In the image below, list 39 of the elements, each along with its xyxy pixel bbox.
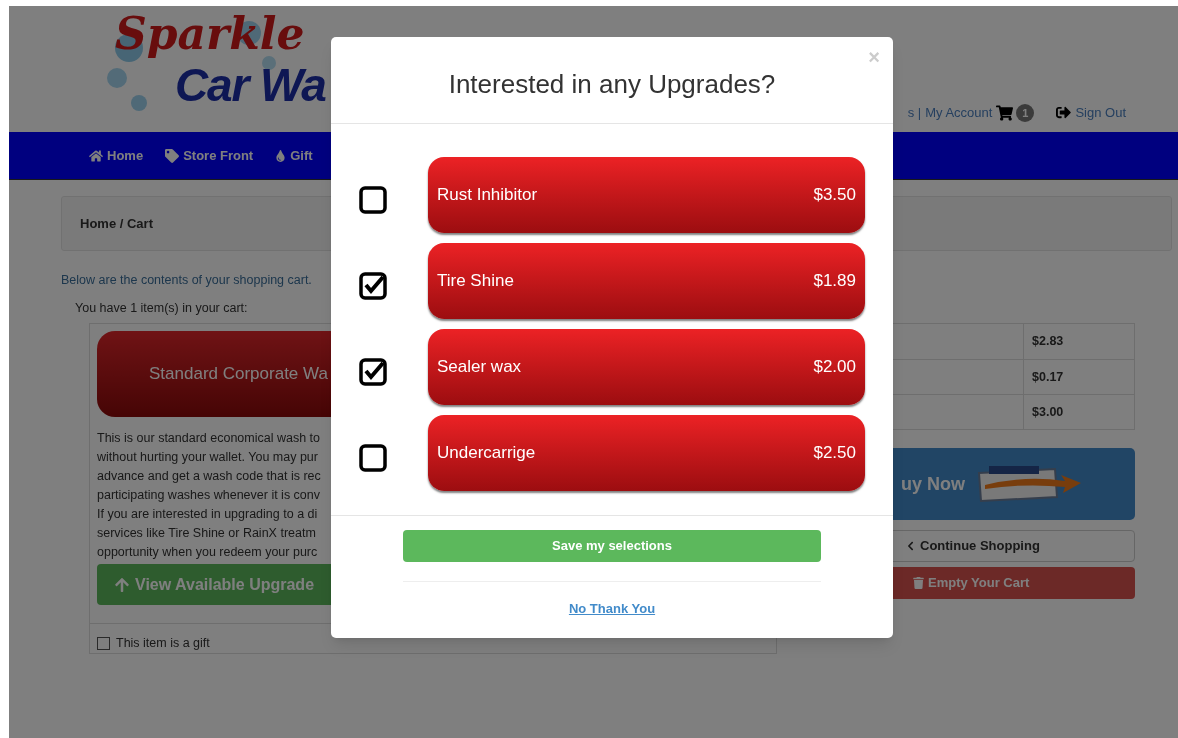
breadcrumb[interactable]: Home / Cart [80,213,153,234]
upgrade-option-button[interactable]: Tire Shine $1.89 [428,243,865,319]
total-amount: $0.17 [1031,368,1065,386]
logo[interactable]: Sparkle Car Wa [95,8,355,128]
gift-label: This item is a gift [116,635,210,653]
drop-icon [275,149,287,162]
nav-link[interactable]: Gift [275,145,313,166]
upgrade-option-button[interactable]: Undercarrige $2.50 [428,415,865,491]
save-selections-button[interactable]: Save my selections [403,530,821,562]
arrow-up-icon [115,576,129,593]
nav-link[interactable]: Store Front [165,145,254,166]
upgrade-option-button[interactable]: Rust Inhibitor $3.50 [428,157,865,233]
home-icon [89,148,103,163]
cart-count-badge: 1 [1016,103,1035,122]
account-link[interactable]: My Account [925,103,993,123]
no-thank-you-link[interactable]: No Thank You [568,599,656,619]
chevron-left-icon [906,541,915,551]
cart-count-text: You have 1 item(s) in your cart: [75,300,249,316]
tag-icon [165,148,180,163]
payment-badge-icon [975,463,1083,505]
header-links-text: s | [907,104,922,122]
logo-text: Car Wa [175,60,327,110]
sign-out-icon[interactable] [1056,105,1072,121]
total-amount: $3.00 [1031,403,1065,421]
sign-out-link[interactable]: Sign Out [1075,103,1126,123]
checkbox[interactable] [97,637,110,651]
checkbox[interactable] [359,444,387,472]
cart-icon[interactable] [996,104,1014,121]
nav-link[interactable]: Home [89,145,144,166]
checked-checkbox[interactable] [359,358,387,386]
checkbox[interactable] [359,186,387,214]
intro-text: Below are the contents of your shopping cart. [61,272,312,288]
product-description: This is our standard economical wash to without hurting your wallet. You may pur advance and get a wash code that is rec participating washes whenever it is conv If you are interested in upgrading to a di services like Tire Shine or RainX treatm opportunity when you redeem your purc [97,430,321,562]
checked-checkbox[interactable] [359,272,387,300]
trash-icon [913,577,924,589]
logo-text: Sparkle [115,8,306,60]
upgrade-option-button[interactable]: Sealer wax $2.00 [428,329,865,405]
dialog-title: Interested in any Upgrades? [448,67,776,101]
total-amount: $2.83 [1031,333,1065,351]
